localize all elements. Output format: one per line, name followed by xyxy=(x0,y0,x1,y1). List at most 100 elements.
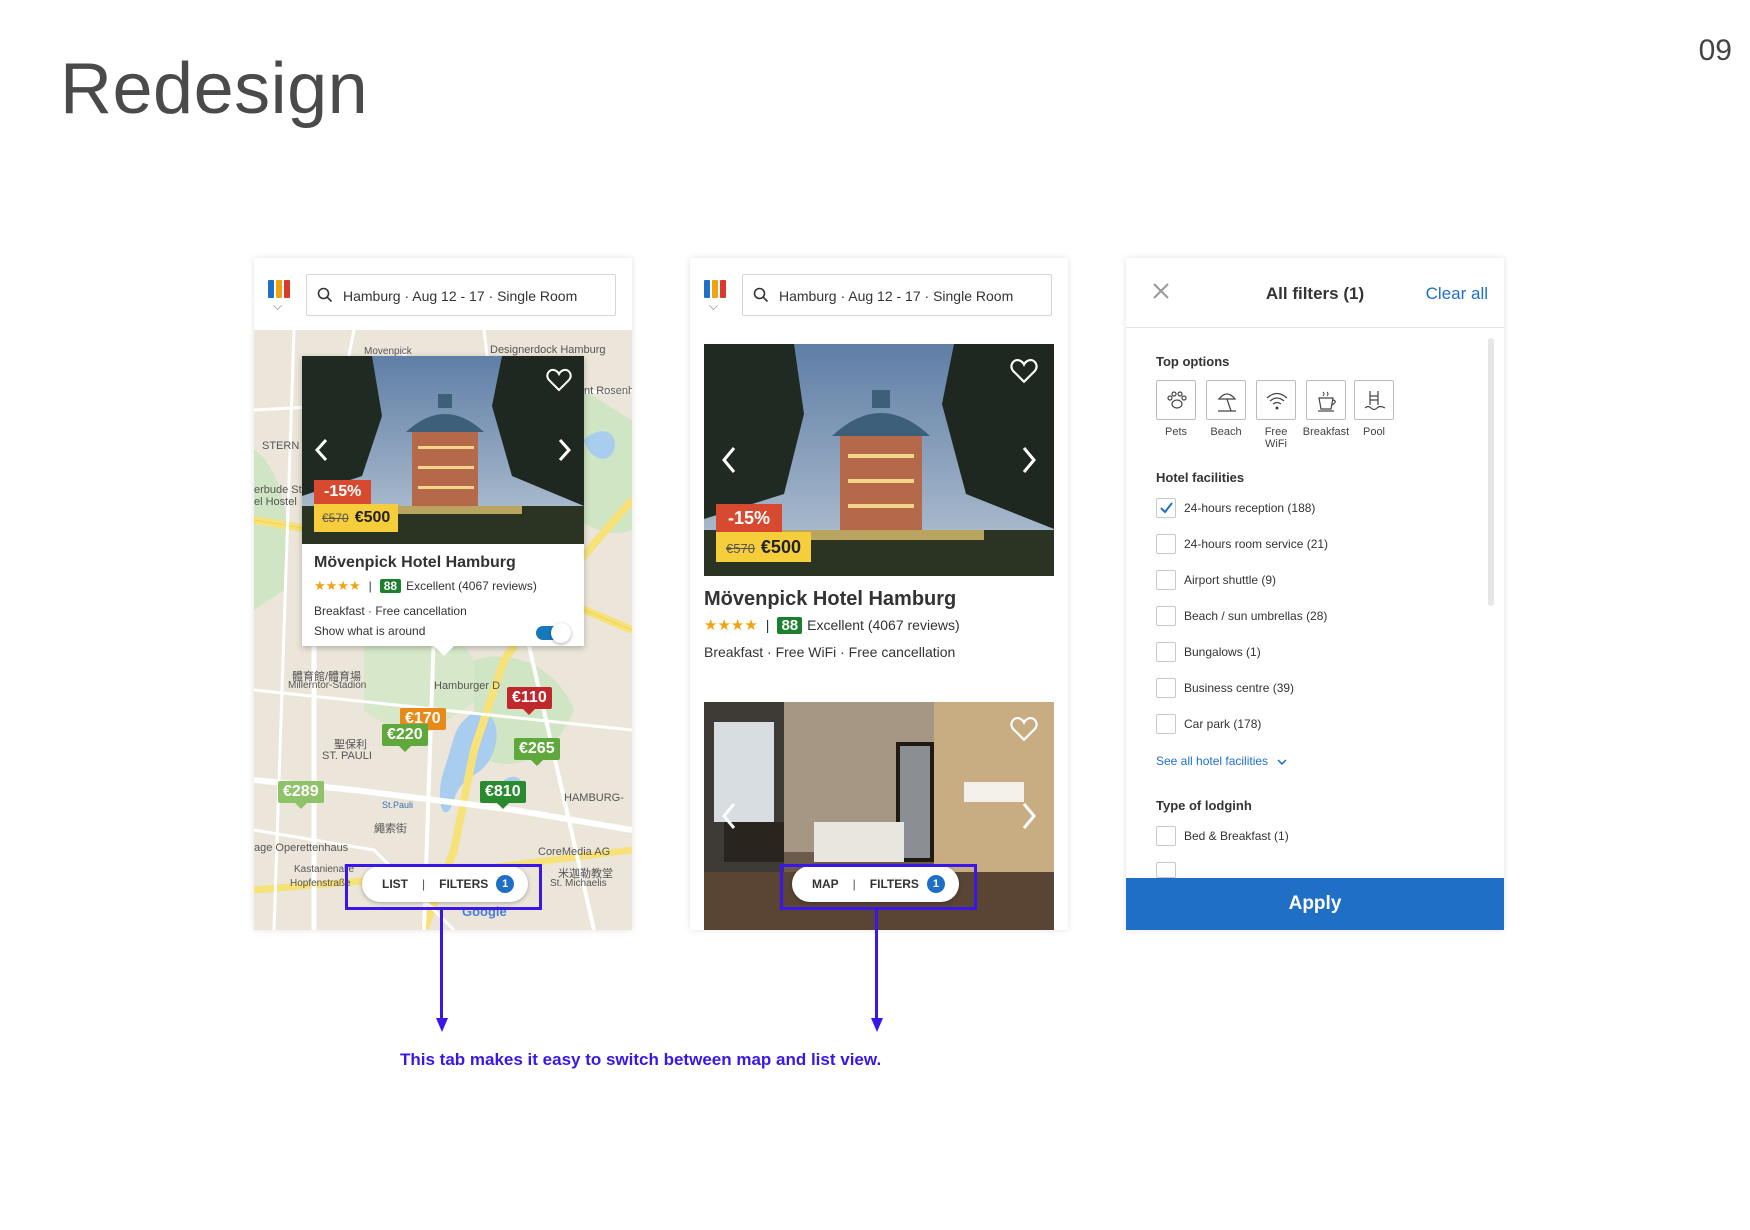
hotel-name[interactable]: Mövenpick Hotel Hamburg xyxy=(314,554,516,572)
arrow-down-icon xyxy=(870,1018,883,1032)
chevron-left-icon[interactable] xyxy=(720,446,738,474)
price-pin[interactable]: €289 xyxy=(278,781,324,809)
search-field[interactable]: Hamburg · Aug 12 - 17 · Single Room xyxy=(742,274,1052,316)
price-pin[interactable]: €265 xyxy=(514,738,560,766)
callout-box-map-tab xyxy=(780,864,977,910)
beach-option[interactable] xyxy=(1206,380,1246,420)
option-label: Pool xyxy=(1362,426,1386,438)
star-rating: ★★★★ xyxy=(704,617,758,634)
map-label: CoreMedia AG xyxy=(538,846,611,858)
price-pin[interactable]: €110 xyxy=(507,687,552,715)
check-icon xyxy=(1160,502,1173,514)
rating-text: Excellent (4067 reviews) xyxy=(807,617,960,633)
hotel-photo[interactable]: -15% €570 €500 xyxy=(704,344,1054,576)
map-label: ST. PAULI xyxy=(322,750,372,762)
price-pin[interactable]: €810 xyxy=(480,781,526,809)
divider: | xyxy=(765,617,770,633)
chevron-right-icon[interactable] xyxy=(1020,802,1038,830)
map-label: STERN xyxy=(262,440,300,452)
hotel-map[interactable]: Designerdock Hamburg Movenpick nt Rosenh… xyxy=(254,330,632,930)
price-pin[interactable]: €220 xyxy=(382,724,428,752)
app-header: Hamburg · Aug 12 - 17 · Single Room xyxy=(254,258,632,330)
facility-checkbox[interactable] xyxy=(1156,570,1176,590)
option-label: Beach xyxy=(1210,426,1242,438)
map-label: Hamburger D xyxy=(434,680,501,692)
hotel-features: Breakfast · Free WiFi · Free cancellatio… xyxy=(704,644,956,660)
popup-pointer xyxy=(434,646,454,656)
search-field[interactable]: Hamburg · Aug 12 - 17 · Single Room xyxy=(306,274,616,316)
coffee-cup-icon xyxy=(1318,391,1336,412)
chevron-down-icon[interactable] xyxy=(273,301,282,310)
chevron-right-icon[interactable] xyxy=(556,438,572,462)
discount-badge: -15% xyxy=(716,504,783,532)
old-price: €570 xyxy=(322,511,349,525)
breakfast-option[interactable] xyxy=(1306,380,1346,420)
facility-checkbox[interactable] xyxy=(1156,498,1176,518)
facility-label[interactable]: Airport shuttle (9) xyxy=(1184,573,1276,587)
annotation-text: This tab makes it easy to switch between… xyxy=(400,1050,882,1069)
chevron-left-icon[interactable] xyxy=(720,802,738,830)
filters-header: All filters (1) Clear all xyxy=(1126,258,1504,328)
paw-icon xyxy=(1167,391,1187,409)
hotel-popup-card[interactable]: -15% €570 €500 Mövenpick Hotel Hamburg ★★… xyxy=(302,356,584,646)
map-label: erbude St xyxy=(254,484,302,496)
map-label: Millerntor-Stadion xyxy=(288,680,367,691)
trivago-logo[interactable] xyxy=(268,280,292,298)
see-all-label: See all hotel facilities xyxy=(1156,754,1269,768)
facility-label[interactable]: Business centre (39) xyxy=(1184,681,1294,695)
callout-box-list-tab xyxy=(345,864,542,910)
score-badge: 88 xyxy=(379,579,402,593)
facility-label[interactable]: Car park (178) xyxy=(1184,717,1261,731)
pool-ladder-icon xyxy=(1364,391,1386,411)
chevron-down-icon xyxy=(1277,759,1287,765)
facility-checkbox[interactable] xyxy=(1156,606,1176,626)
pets-option[interactable] xyxy=(1156,380,1196,420)
lodging-checkbox[interactable] xyxy=(1156,826,1176,846)
score-badge: 88 xyxy=(777,616,803,634)
heart-icon[interactable] xyxy=(1010,716,1038,742)
facility-checkbox[interactable] xyxy=(1156,642,1176,662)
chevron-right-icon[interactable] xyxy=(1020,446,1038,474)
hotel-name[interactable]: Mövenpick Hotel Hamburg xyxy=(704,588,956,611)
price-badge: €570 €500 xyxy=(716,532,811,562)
facility-label[interactable]: Bungalows (1) xyxy=(1184,645,1261,659)
hotel-rating: ★★★★ | 88 Excellent (4067 reviews) xyxy=(314,578,537,594)
facility-checkbox[interactable] xyxy=(1156,678,1176,698)
facility-checkbox[interactable] xyxy=(1156,534,1176,554)
clear-all-button[interactable]: Clear all xyxy=(1426,284,1488,304)
map-label: nt Rosenh xyxy=(584,385,632,397)
show-around-toggle[interactable] xyxy=(536,623,571,643)
facility-label[interactable]: 24-hours room service (21) xyxy=(1184,537,1328,551)
free-wifi-option[interactable] xyxy=(1256,380,1296,420)
see-all-facilities-link[interactable]: See all hotel facilities xyxy=(1156,754,1287,768)
map-view-screen: Hamburg · Aug 12 - 17 · Single Room Desi… xyxy=(254,258,632,930)
hotel-facilities-title: Hotel facilities xyxy=(1156,470,1245,485)
facility-label[interactable]: 24-hours reception (188) xyxy=(1184,501,1315,515)
trivago-logo[interactable] xyxy=(704,280,728,298)
show-around-label: Show what is around xyxy=(314,624,426,638)
map-label: Hopfenstraße xyxy=(290,878,351,889)
hotel-photo[interactable]: -15% €570 €500 xyxy=(302,356,584,544)
heart-icon[interactable] xyxy=(546,368,572,392)
map-label: 繩索街 xyxy=(374,823,407,835)
scrollbar[interactable] xyxy=(1488,338,1494,606)
lodging-label[interactable]: Bed & Breakfast (1) xyxy=(1184,829,1289,843)
chevron-down-icon[interactable] xyxy=(709,301,718,310)
lodging-checkbox-partial[interactable] xyxy=(1156,862,1176,878)
facility-checkbox[interactable] xyxy=(1156,714,1176,734)
apply-button[interactable]: Apply xyxy=(1126,878,1504,930)
map-label: HAMBURG- xyxy=(564,792,624,804)
search-icon xyxy=(317,287,333,303)
map-label: St. Michaelis xyxy=(550,878,607,889)
hotel-list-item[interactable]: -15% €570 €500 Mövenpick Hotel Hamburg ★★… xyxy=(704,344,1054,674)
facility-label[interactable]: Beach / sun umbrellas (28) xyxy=(1184,609,1327,623)
star-rating: ★★★★ xyxy=(314,578,361,593)
heart-icon[interactable] xyxy=(1010,358,1038,384)
pool-option[interactable] xyxy=(1354,380,1394,420)
divider: | xyxy=(368,579,372,593)
callout-arrow-line xyxy=(440,910,443,1020)
chevron-left-icon[interactable] xyxy=(314,438,330,462)
beach-umbrella-icon xyxy=(1217,393,1237,412)
map-label: Designerdock Hamburg xyxy=(490,344,606,356)
slide-title: Redesign xyxy=(60,49,369,129)
